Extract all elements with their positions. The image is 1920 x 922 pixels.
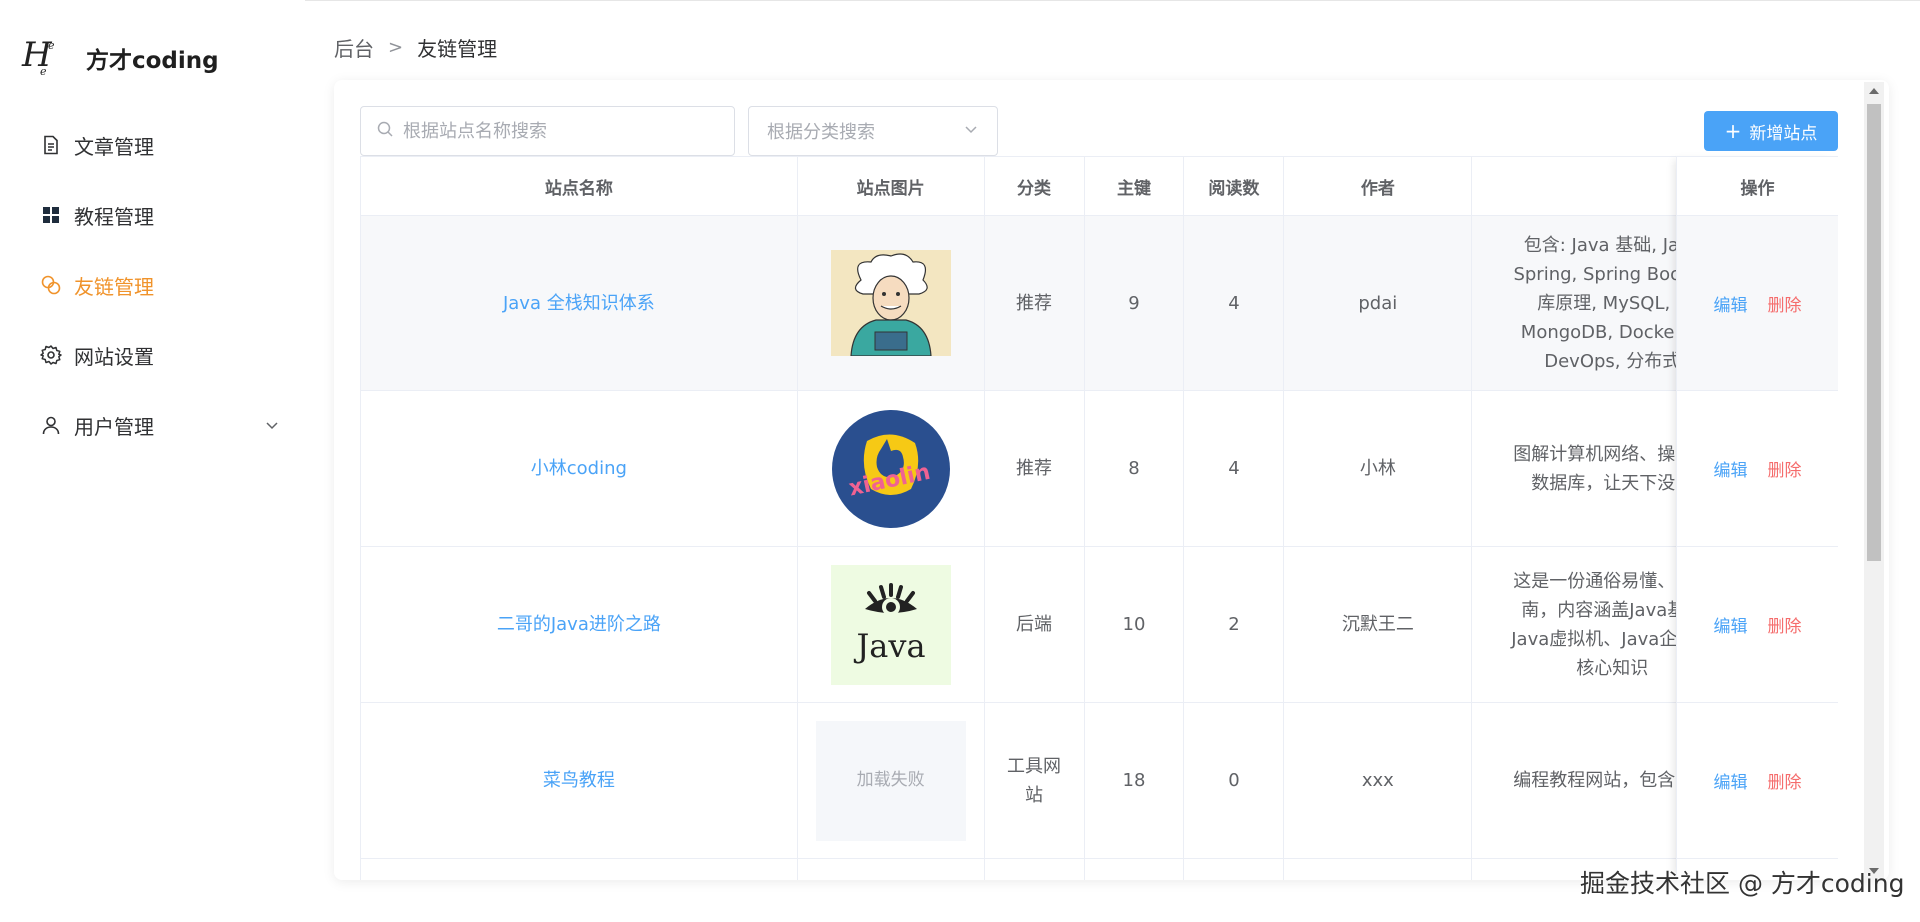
author-cell: xxx <box>1284 703 1473 858</box>
breadcrumb: 后台 > 友链管理 <box>334 33 497 62</box>
grid-icon <box>40 204 62 226</box>
reads-cell: 2 <box>1184 547 1285 702</box>
edit-button[interactable]: 编辑 <box>1714 612 1748 637</box>
reads-cell: 4 <box>1184 391 1285 546</box>
site-image-cell <box>798 216 985 390</box>
site-image-cell: Java <box>798 547 985 702</box>
column-header-author[interactable]: 作者 <box>1284 157 1473 215</box>
key-cell: 10 <box>1085 547 1185 702</box>
sidebar-item-label: 网站设置 <box>74 344 154 369</box>
key-cell: 9 <box>1085 216 1185 390</box>
java-eye-logo-icon[interactable]: Java <box>830 564 951 685</box>
site-name-link[interactable]: 菜鸟教程 <box>361 703 798 858</box>
author-cell: 小林 <box>1284 391 1473 546</box>
logo-text: 方才coding <box>86 48 219 74</box>
category-select-placeholder: 根据分类搜索 <box>767 122 875 143</box>
category-cell: 推荐 <box>985 391 1085 546</box>
image-load-failed: 加载失败 <box>815 720 966 841</box>
links-card: 根据分类搜索 + 新增站点 站点名称 站点图片 分类 主键 阅读数 作者 简介 … <box>334 80 1889 880</box>
table-header: 站点名称 站点图片 分类 主键 阅读数 作者 简介 <box>361 156 1839 216</box>
logo[interactable]: H e e 方才coding <box>22 35 219 81</box>
key-cell: 8 <box>1085 391 1185 546</box>
table-row[interactable]: 小林coding xiaolin 推荐 8 4 小林 图解计算机网络、操作系 数… <box>361 391 1839 547</box>
scroll-up-icon[interactable] <box>1869 88 1879 94</box>
sidebar: H e e 方才coding 文章管理 教程管理 友链管理 网站设置 用户管理 <box>0 0 305 922</box>
author-cell: 沉默王二 <box>1284 547 1473 702</box>
add-site-label: 新增站点 <box>1749 123 1818 144</box>
page-scrollbar[interactable] <box>1864 82 1884 880</box>
sidebar-item-tutorials[interactable]: 教程管理 <box>0 180 305 250</box>
row-actions: 编辑 删除 <box>1677 391 1838 547</box>
add-site-button[interactable]: + 新增站点 <box>1704 111 1838 151</box>
search-input[interactable] <box>403 120 723 142</box>
breadcrumb-separator: > <box>388 37 404 58</box>
delete-button[interactable]: 删除 <box>1768 768 1802 793</box>
sidebar-item-label: 用户管理 <box>74 414 154 439</box>
sidebar-item-articles[interactable]: 文章管理 <box>0 110 305 180</box>
chevron-down-icon[interactable] <box>259 412 285 438</box>
column-header-key[interactable]: 主键 <box>1084 157 1185 215</box>
site-image-cell: xiaolin <box>798 391 985 546</box>
site-name-link[interactable]: Java 全栈知识体系 <box>361 216 798 390</box>
column-header-actions: 操作 <box>1677 156 1838 216</box>
column-header-reads[interactable]: 阅读数 <box>1184 157 1285 215</box>
xiaolin-logo-icon[interactable]: xiaolin <box>831 409 951 528</box>
row-actions: 编辑 删除 <box>1677 547 1838 703</box>
edit-button[interactable]: 编辑 <box>1714 291 1748 316</box>
plus-icon: + <box>1724 119 1742 143</box>
search-icon <box>377 121 393 141</box>
reads-cell: 4 <box>1184 216 1285 390</box>
author-cell: pdai <box>1284 216 1473 390</box>
delete-button[interactable]: 删除 <box>1768 612 1802 637</box>
logo-mark-icon: H e e <box>22 35 55 78</box>
user-icon <box>40 414 62 436</box>
reads-cell: 0 <box>1184 703 1285 858</box>
category-select[interactable]: 根据分类搜索 <box>748 106 998 156</box>
row-actions: 编辑 删除 <box>1677 703 1838 859</box>
row-actions: 编辑 删除 <box>1677 216 1838 391</box>
site-image-cell: 加载失败 <box>798 703 985 858</box>
sidebar-item-label: 文章管理 <box>74 134 154 159</box>
svg-text:Java: Java <box>853 627 925 665</box>
search-input-wrapper[interactable] <box>360 106 735 156</box>
delete-button[interactable]: 删除 <box>1768 456 1802 481</box>
document-icon <box>40 134 62 156</box>
gear-icon <box>40 344 62 366</box>
table-row[interactable]: Java 全栈知识体系 推荐 9 4 pdai 包含: Java 基础, Jav… <box>361 216 1839 391</box>
table-row[interactable]: 二哥的Java进阶之路 Java 后端 10 2 沉默王二 这是一份通俗易懂、风… <box>361 547 1839 703</box>
breadcrumb-current: 友链管理 <box>417 37 498 61</box>
table-row[interactable]: 菜鸟教程 加载失败 工具网 站 18 0 xxx 编程教程网站，包含前端 <box>361 703 1839 859</box>
sidebar-menu: 文章管理 教程管理 友链管理 网站设置 用户管理 <box>0 110 305 460</box>
category-cell: 工具网 站 <box>985 703 1085 858</box>
sidebar-item-label: 教程管理 <box>74 204 154 229</box>
link-icon <box>40 274 62 296</box>
sidebar-item-users[interactable]: 用户管理 <box>0 390 305 460</box>
column-header-name[interactable]: 站点名称 <box>361 157 798 215</box>
einstein-thumbnail-icon[interactable] <box>830 250 951 356</box>
category-cell: 后端 <box>985 547 1085 702</box>
edit-button[interactable]: 编辑 <box>1714 456 1748 481</box>
sidebar-item-settings[interactable]: 网站设置 <box>0 320 305 390</box>
links-table: 站点名称 站点图片 分类 主键 阅读数 作者 简介 Java 全栈知识体系 <box>360 156 1839 880</box>
column-header-category[interactable]: 分类 <box>984 157 1085 215</box>
operations-column: 操作 编辑 删除 编辑 删除 编辑 删除 编辑 删除 <box>1676 156 1838 880</box>
column-header-image[interactable]: 站点图片 <box>797 157 985 215</box>
scrollbar-thumb[interactable] <box>1867 104 1881 561</box>
sidebar-item-label: 友链管理 <box>74 274 154 299</box>
chevron-down-icon <box>963 121 979 142</box>
category-cell: 推荐 <box>985 216 1085 390</box>
site-name-link[interactable]: 小林coding <box>361 391 798 546</box>
sidebar-item-links[interactable]: 友链管理 <box>0 250 305 320</box>
breadcrumb-root[interactable]: 后台 <box>334 33 374 62</box>
edit-button[interactable]: 编辑 <box>1714 768 1748 793</box>
watermark: 掘金技术社区 @ 方才coding <box>1580 869 1905 898</box>
delete-button[interactable]: 删除 <box>1768 291 1802 316</box>
site-name-link[interactable]: 二哥的Java进阶之路 <box>361 547 798 702</box>
key-cell: 18 <box>1085 703 1185 858</box>
